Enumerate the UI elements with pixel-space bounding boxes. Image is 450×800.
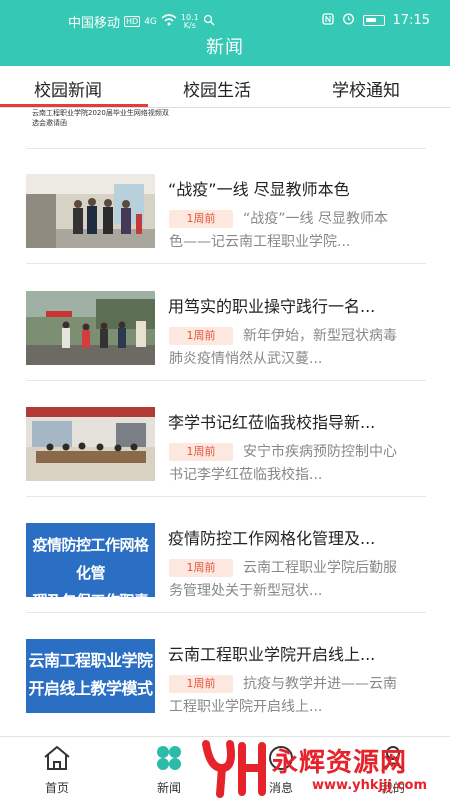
watermark: 永辉资源网 www.yhkjjj.com <box>200 738 450 800</box>
news-title: 疫情防控工作网格化管理及... <box>168 529 376 548</box>
tab-school-notice[interactable]: 学校通知 <box>332 76 400 101</box>
home-icon <box>27 743 87 773</box>
status-bar: 中国移动 HD 4G 10.1 K/s 17:15 <box>0 0 450 36</box>
watermark-text: 永辉资源网 <box>272 748 408 778</box>
news-summary: 新年伊始，新型冠状病毒肺炎疫情悄然从武汉蔓... <box>169 328 397 367</box>
tab-campus-news[interactable]: 校园新闻 <box>34 76 102 101</box>
list-item[interactable]: 李学书记红莅临我校指导新... 1周前 安宁市疾病预防控制中心书记李学红莅临我校… <box>26 385 426 497</box>
news-thumbnail: 云南工程职业学院 开启线上教学模式 <box>26 639 155 713</box>
active-tab-indicator <box>0 104 148 107</box>
divider <box>26 612 426 613</box>
search-icon <box>203 14 215 30</box>
news-title: “战疫”一线 尽显教师本色 <box>168 180 350 199</box>
news-banner: 疫情防控工作网格化管 理及包保工作职责方案 <box>26 523 155 597</box>
nav-label: 新闻 <box>156 781 181 795</box>
category-tabs: 校园新闻 校园生活 学校通知 <box>0 66 450 108</box>
alarm-icon <box>342 12 355 29</box>
list-item-partial[interactable]: 云南工程职业学院2020届毕业生网络视频双选会邀请函 <box>32 108 172 128</box>
news-thumbnail <box>26 407 155 481</box>
watermark-logo-icon <box>202 740 266 798</box>
news-thumbnail <box>26 174 155 248</box>
list-item[interactable]: 疫情防控工作网格化管 理及包保工作职责方案 疫情防控工作网格化管理及... 1周… <box>26 501 426 613</box>
page-title: 新闻 <box>206 37 244 58</box>
news-title: 云南工程职业学院开启线上... <box>168 645 376 664</box>
news-summary: 安宁市疾病预防控制中心书记李学红莅临我校指... <box>169 444 397 483</box>
news-summary: 云南工程职业学院后勤服务管理处关于新型冠状... <box>169 560 397 599</box>
news-title: 用笃实的职业操守践行一名... <box>168 297 376 316</box>
divider <box>26 496 426 497</box>
news-summary: “战疫”一线 尽显教师本色——记云南工程职业学院... <box>169 211 388 250</box>
news-list: 云南工程职业学院2020届毕业生网络视频双选会邀请函 “战疫”一线 尽显教师本色… <box>0 108 450 736</box>
list-item[interactable]: 用笃实的职业操守践行一名... 1周前 新年伊始，新型冠状病毒肺炎疫情悄然从武汉… <box>26 269 426 381</box>
news-thumbnail <box>26 291 155 365</box>
news-banner: 云南工程职业学院 开启线上教学模式 <box>26 639 155 713</box>
top-bar: 中国移动 HD 4G 10.1 K/s 17:15 新闻 <box>0 0 450 66</box>
nav-news[interactable]: 新闻 <box>139 743 199 796</box>
list-item[interactable]: “战疫”一线 尽显教师本色 1周前 “战疫”一线 尽显教师本色——记云南工程职业… <box>26 152 426 264</box>
nfc-icon <box>321 12 334 29</box>
battery-icon <box>362 15 385 26</box>
signal-icon: 4G <box>144 16 157 27</box>
carrier-label: 中国移动 <box>68 16 121 31</box>
news-thumbnail: 疫情防控工作网格化管 理及包保工作职责方案 <box>26 523 155 597</box>
news-summary: 抗疫与教学并进——云南工程职业学院开启线上... <box>169 676 397 715</box>
clock: 17:15 <box>392 13 430 28</box>
divider <box>26 380 426 381</box>
wifi-icon <box>161 13 177 30</box>
hd-icon: HD <box>124 16 141 27</box>
list-item[interactable]: 云南工程职业学院 开启线上教学模式 云南工程职业学院开启线上... 1周前 抗疫… <box>26 617 426 729</box>
divider <box>26 148 426 149</box>
divider <box>26 263 426 264</box>
nav-label: 首页 <box>44 781 69 795</box>
network-speed: 10.1 K/s <box>180 12 199 30</box>
tab-campus-life[interactable]: 校园生活 <box>183 76 251 101</box>
watermark-url: www.yhkjjj.com <box>312 778 428 793</box>
nav-home[interactable]: 首页 <box>27 743 87 796</box>
clover-icon <box>139 743 199 773</box>
news-title: 李学书记红莅临我校指导新... <box>168 413 376 432</box>
